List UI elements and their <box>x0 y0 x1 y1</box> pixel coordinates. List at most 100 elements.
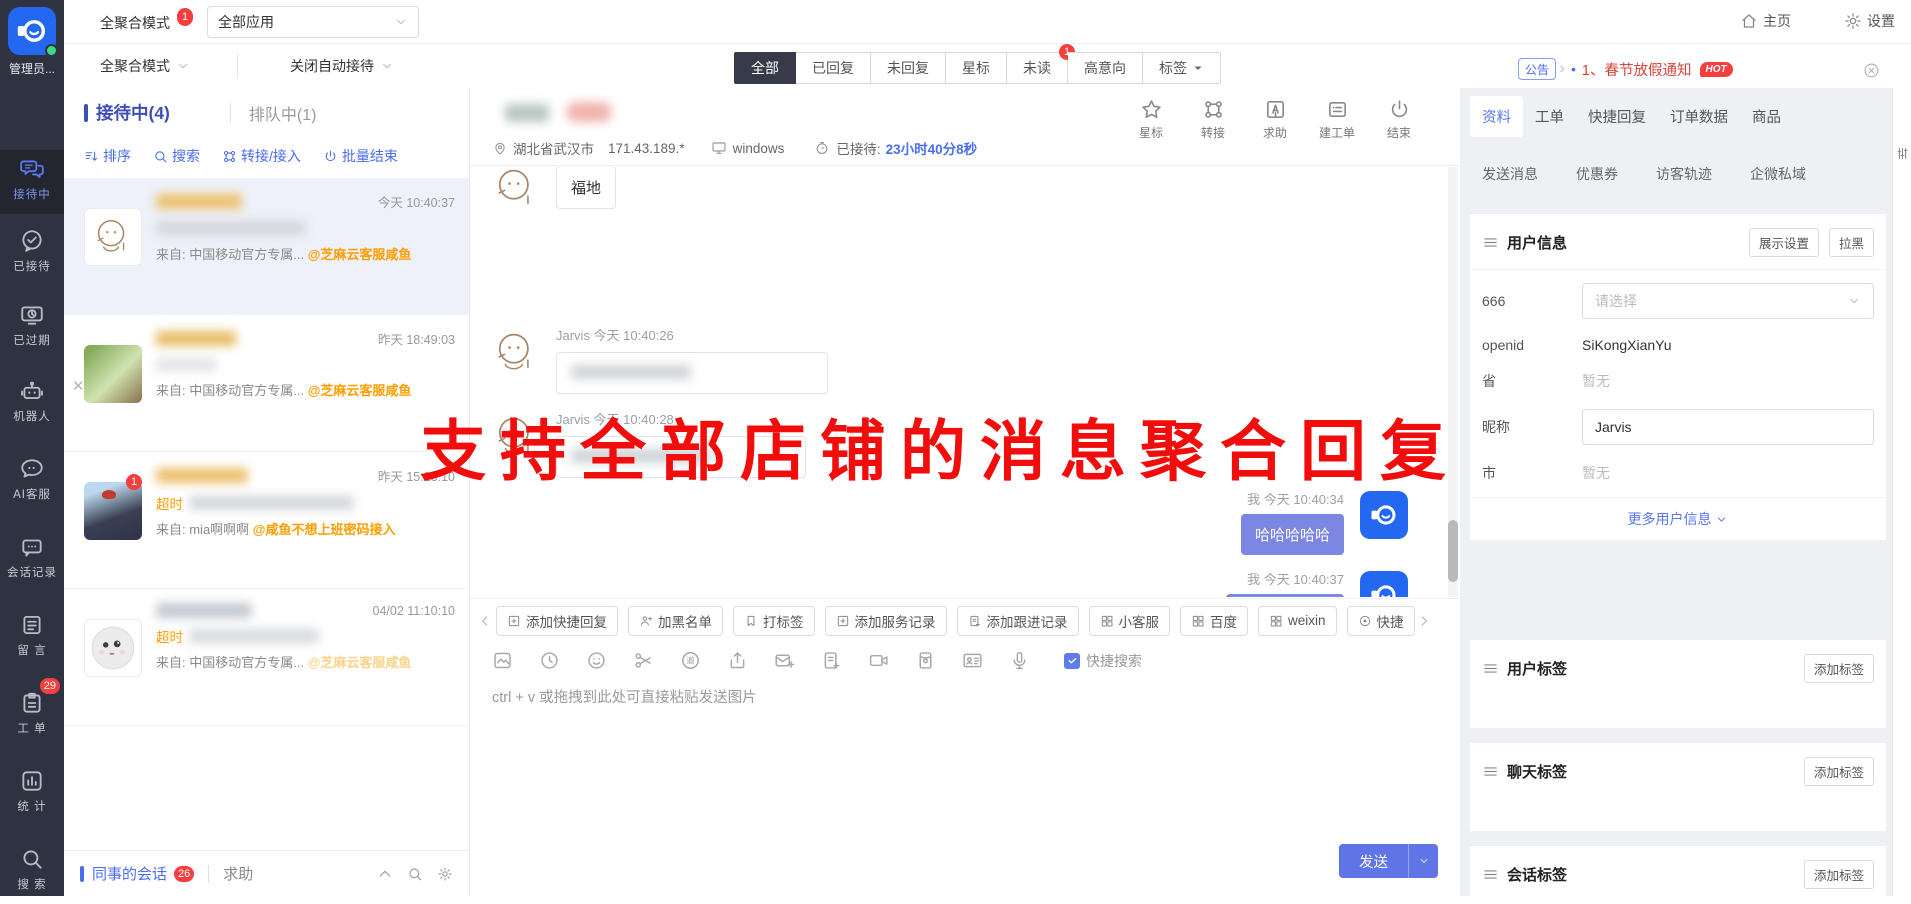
weixin-button[interactable]: weixin <box>1258 606 1337 636</box>
message-list[interactable]: Jarvis 今天 10:38:11 福地 Jarvis 今天 10:40:26… <box>470 167 1446 597</box>
add-chat-tag-button[interactable]: 添加标签 <box>1804 757 1874 786</box>
drag-handle-icon[interactable] <box>1482 234 1499 251</box>
shortcut-button[interactable]: 快捷 <box>1347 606 1415 636</box>
star-action[interactable]: 星标 <box>1120 98 1182 141</box>
tab-ticket[interactable]: 工单 <box>1523 96 1576 137</box>
monitor-icon <box>711 140 727 156</box>
quick-search-toggle[interactable]: 快捷搜索 <box>1064 651 1142 671</box>
microphone-icon[interactable] <box>1009 650 1030 671</box>
sidebar-item-messages[interactable]: 留 言 <box>0 606 64 670</box>
tab-quick-reply[interactable]: 快捷回复 <box>1576 96 1658 137</box>
transfer-access-button[interactable]: 转接/接入 <box>222 146 301 166</box>
composer-placeholder[interactable]: ctrl + v 或拖拽到此处可直接粘贴发送图片 <box>492 686 757 707</box>
tab-profile[interactable]: 资料 <box>1470 96 1523 137</box>
baidu-button[interactable]: 百度 <box>1180 606 1248 636</box>
subtab-wecom[interactable]: 企微私域 <box>1738 164 1806 184</box>
ticket-count-badge: 29 <box>40 678 60 694</box>
drag-handle-icon[interactable] <box>1482 866 1499 883</box>
invite-icon[interactable]: 邀 <box>680 650 701 671</box>
help-link[interactable]: 求助 <box>223 863 253 884</box>
tab-queue[interactable]: 排队中(1) <box>249 101 317 125</box>
conversation-item[interactable]: ✕ 昨天 18:49:03 来自: 中国移动官方专属... @芝麻云客服咸鱼 <box>64 315 469 452</box>
conversation-item[interactable]: 1 昨天 15:23:10 超时 来自: mia啊啊啊 @咸鱼不想上班密码接入 <box>64 452 469 589</box>
panel-drawer-strip[interactable] <box>1892 88 1911 896</box>
add-service-record-button[interactable]: 添加服务记录 <box>825 606 947 636</box>
message-bubble: 哈哈哈哈哈哈 <box>1226 594 1344 597</box>
emoji-icon[interactable] <box>586 650 607 671</box>
tab-order-data[interactable]: 订单数据 <box>1658 96 1740 137</box>
scroll-left-icon[interactable] <box>478 614 492 628</box>
app-filter-select[interactable]: 全部应用 <box>207 6 419 38</box>
gear-icon[interactable] <box>437 866 453 882</box>
end-session-action[interactable]: 结束 <box>1368 98 1430 141</box>
announcement-text[interactable]: 1、春节放假通知 <box>1582 59 1692 80</box>
search-conversation-button[interactable]: 搜索 <box>153 146 200 166</box>
sidebar-item-served[interactable]: 已接待 <box>0 222 64 286</box>
mail-plus-icon[interactable] <box>774 650 795 671</box>
display-settings-button[interactable]: 展示设置 <box>1749 228 1819 257</box>
colleagues-sessions-link[interactable]: 同事的会话 <box>92 863 167 884</box>
tab-products[interactable]: 商品 <box>1740 96 1793 137</box>
subtab-send-message[interactable]: 发送消息 <box>1470 164 1538 184</box>
sidebar-item-stats[interactable]: 统 计 <box>0 762 64 826</box>
scissors-icon[interactable] <box>633 650 654 671</box>
drag-handle-icon[interactable] <box>1482 660 1499 677</box>
nickname-input[interactable] <box>1582 409 1874 445</box>
history-clock-icon[interactable] <box>539 650 560 671</box>
send-dropdown[interactable] <box>1408 844 1438 878</box>
tab-receiving[interactable]: 接待中(4) <box>96 100 170 125</box>
image-icon[interactable] <box>492 650 513 671</box>
sort-button[interactable]: 排序 <box>84 146 131 166</box>
conversation-item[interactable]: 今天 10:40:37 来自: 中国移动官方专属... @芝麻云客服咸鱼 <box>64 178 469 315</box>
red-packet-icon[interactable] <box>915 650 936 671</box>
send-button[interactable]: 发送 <box>1339 844 1438 878</box>
scroll-right-icon[interactable] <box>1417 614 1431 628</box>
auto-reception-select[interactable]: 关闭自动接待 <box>290 56 394 76</box>
video-icon[interactable] <box>868 650 889 671</box>
tab-high-intent[interactable]: 高意向 <box>1068 52 1143 84</box>
sidebar-item-session-records[interactable]: 会话记录 <box>0 528 64 592</box>
subtab-coupon[interactable]: 优惠券 <box>1564 164 1618 184</box>
create-ticket-action[interactable]: 建工单 <box>1306 98 1368 141</box>
tab-unread[interactable]: 未读 1 <box>1007 52 1068 84</box>
transfer-action[interactable]: 转接 <box>1182 98 1244 141</box>
announcement-close-icon[interactable] <box>1863 62 1880 79</box>
add-user-tag-button[interactable]: 添加标签 <box>1804 654 1874 683</box>
collapse-icon[interactable] <box>377 866 393 882</box>
sidebar-item-robot[interactable]: 机器人 <box>0 372 64 436</box>
tab-all[interactable]: 全部 <box>734 52 796 84</box>
remove-conversation-icon[interactable]: ✕ <box>72 377 85 395</box>
help-action[interactable]: 求助 <box>1244 98 1306 141</box>
batch-end-button[interactable]: 批量结束 <box>323 146 398 166</box>
sidebar-item-reception[interactable]: 接待中 <box>0 150 64 214</box>
tab-starred[interactable]: 星标 <box>946 52 1007 84</box>
sidebar-item-search[interactable]: 搜 索 <box>0 840 64 904</box>
mini-service-button[interactable]: 小客服 <box>1089 606 1171 636</box>
sidebar-item-ai-service[interactable]: AI客服 <box>0 450 64 514</box>
tab-unreplied[interactable]: 未回复 <box>871 52 946 84</box>
custom-field-select[interactable]: 请选择 <box>1582 283 1874 319</box>
add-followup-record-button[interactable]: 添加跟进记录 <box>957 606 1079 636</box>
quick-reply-button[interactable]: 添加快捷回复 <box>496 606 618 636</box>
blacklist-button[interactable]: 加黑名单 <box>628 606 723 636</box>
search-icon[interactable] <box>407 866 423 882</box>
sidebar-item-expired[interactable]: 已过期 <box>0 296 64 360</box>
tab-replied[interactable]: 已回复 <box>796 52 871 84</box>
drag-handle-icon[interactable] <box>1482 763 1499 780</box>
tag-button[interactable]: 打标签 <box>733 606 815 636</box>
settings-button[interactable]: 设置 <box>1844 11 1895 31</box>
sidebar-item-tickets[interactable]: 29 工 单 <box>0 684 64 748</box>
app-logo[interactable] <box>8 7 56 55</box>
note-plus-icon[interactable] <box>821 650 842 671</box>
contact-card-icon[interactable] <box>962 650 983 671</box>
home-button[interactable]: 主页 <box>1740 11 1791 31</box>
conversation-item[interactable]: 04/02 11:10:10 超时 来自: 中国移动官方专属... @芝麻云客服… <box>64 589 469 726</box>
more-user-info-link[interactable]: 更多用户信息 <box>1470 497 1886 540</box>
subtab-visitor-track[interactable]: 访客轨迹 <box>1644 164 1712 184</box>
add-session-tag-button[interactable]: 添加标签 <box>1804 860 1874 889</box>
block-button[interactable]: 拉黑 <box>1829 228 1874 257</box>
chat-scrollbar-thumb[interactable] <box>1448 520 1458 582</box>
mode-select[interactable]: 全聚合模式 <box>100 56 190 76</box>
share-icon[interactable] <box>727 650 748 671</box>
tab-labels[interactable]: 标签 <box>1143 52 1221 84</box>
